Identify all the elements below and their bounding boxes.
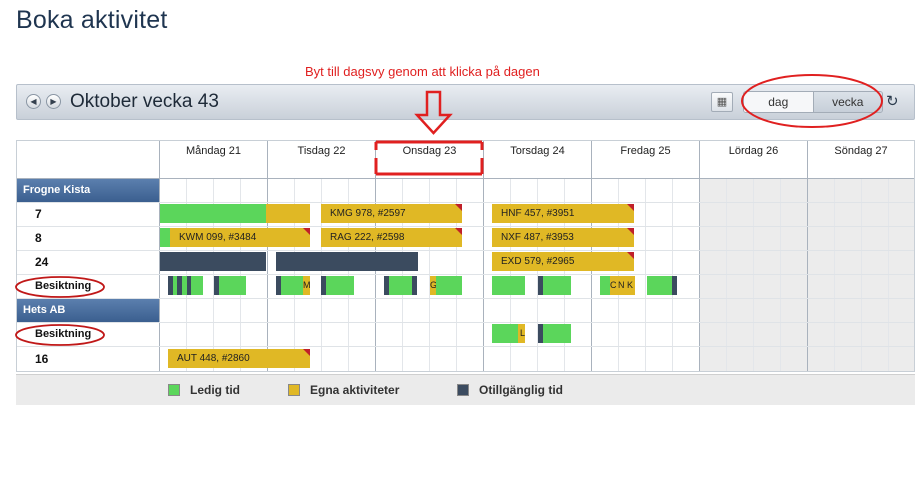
free-slot[interactable]	[326, 276, 354, 295]
week-view-button[interactable]: vecka	[812, 92, 882, 112]
booking-block[interactable]	[266, 204, 310, 223]
booking-n[interactable]: N	[617, 276, 626, 295]
free-slot[interactable]	[647, 276, 672, 295]
legend-unavailable: Otillgänglig tid	[457, 383, 563, 397]
unavailable-slot	[412, 276, 417, 295]
day-header-mon[interactable]: Måndag 21	[159, 141, 267, 179]
booking-c[interactable]: C	[610, 276, 617, 295]
day-header-sun[interactable]: Söndag 27	[807, 141, 914, 179]
legend-unavailable-swatch	[457, 384, 469, 396]
page-title: Boka aktivitet	[16, 6, 168, 34]
unavailable-slot	[160, 252, 266, 271]
day-header-tue[interactable]: Tisdag 22	[267, 141, 375, 179]
legend: Ledig tid Egna aktiviteter Otillgänglig …	[16, 374, 915, 405]
booking-kwm[interactable]: KWM 099, #3484	[170, 228, 310, 247]
group-header-frogne-kista: Frogne Kista	[17, 179, 159, 202]
next-week-button[interactable]: ▶	[46, 94, 61, 109]
free-slot[interactable]	[389, 276, 412, 295]
free-slot[interactable]	[543, 276, 571, 295]
free-slot[interactable]	[160, 228, 170, 247]
free-slot[interactable]	[492, 276, 525, 295]
free-slot[interactable]	[600, 276, 610, 295]
booking-exd[interactable]: EXD 579, #2965	[492, 252, 634, 271]
free-slot[interactable]	[191, 276, 203, 295]
row-label-8: 8	[35, 231, 42, 245]
week-title: Oktober vecka 43	[70, 91, 219, 112]
row-label-16: 16	[35, 352, 49, 366]
free-slot[interactable]	[219, 276, 246, 295]
calendar-toolbar: ◀ ▶ Oktober vecka 43 ▦ dag vecka ↻	[16, 84, 915, 120]
booking-m[interactable]: M	[303, 276, 310, 295]
booking-k[interactable]: K	[626, 276, 635, 295]
prev-week-button[interactable]: ◀	[26, 94, 41, 109]
booking-kmg[interactable]: KMG 978, #2597	[321, 204, 462, 223]
group-header-hets-ab: Hets AB	[17, 299, 159, 322]
view-toggle: dag vecka	[743, 91, 883, 113]
day-header-wed[interactable]: Onsdag 23	[375, 141, 483, 179]
calendar-grid: Måndag 21 Tisdag 22 Onsdag 23 Torsdag 24…	[16, 140, 915, 372]
legend-free: Ledig tid	[168, 383, 240, 397]
legend-own: Egna aktiviteter	[288, 383, 399, 397]
row-label-besiktning-1: Besiktning	[35, 280, 92, 292]
free-slot[interactable]	[436, 276, 462, 295]
booking-hnf[interactable]: HNF 457, #3951	[492, 204, 634, 223]
annotation-text: Byt till dagsvy genom att klicka på dage…	[305, 64, 540, 79]
legend-own-swatch	[288, 384, 300, 396]
row-label-24: 24	[35, 255, 49, 269]
booking-nxf[interactable]: NXF 487, #3953	[492, 228, 634, 247]
day-view-button[interactable]: dag	[744, 92, 813, 112]
row-label-7: 7	[35, 207, 42, 221]
free-slot[interactable]	[281, 276, 303, 295]
unavailable-slot	[672, 276, 677, 295]
free-slot[interactable]	[543, 324, 571, 343]
day-header-thu[interactable]: Torsdag 24	[483, 141, 591, 179]
refresh-icon[interactable]: ↻	[886, 92, 899, 110]
legend-free-swatch	[168, 384, 180, 396]
booking-l[interactable]: L	[518, 324, 525, 343]
day-header-fri[interactable]: Fredag 25	[591, 141, 699, 179]
booking-rag[interactable]: RAG 222, #2598	[321, 228, 462, 247]
free-slot[interactable]	[492, 324, 518, 343]
unavailable-slot	[276, 252, 418, 271]
print-icon[interactable]: ▦	[711, 92, 733, 112]
booking-aut[interactable]: AUT 448, #2860	[168, 349, 310, 368]
row-label-besiktning-2: Besiktning	[35, 328, 92, 340]
free-slot[interactable]	[160, 204, 266, 223]
day-header-sat[interactable]: Lördag 26	[699, 141, 807, 179]
